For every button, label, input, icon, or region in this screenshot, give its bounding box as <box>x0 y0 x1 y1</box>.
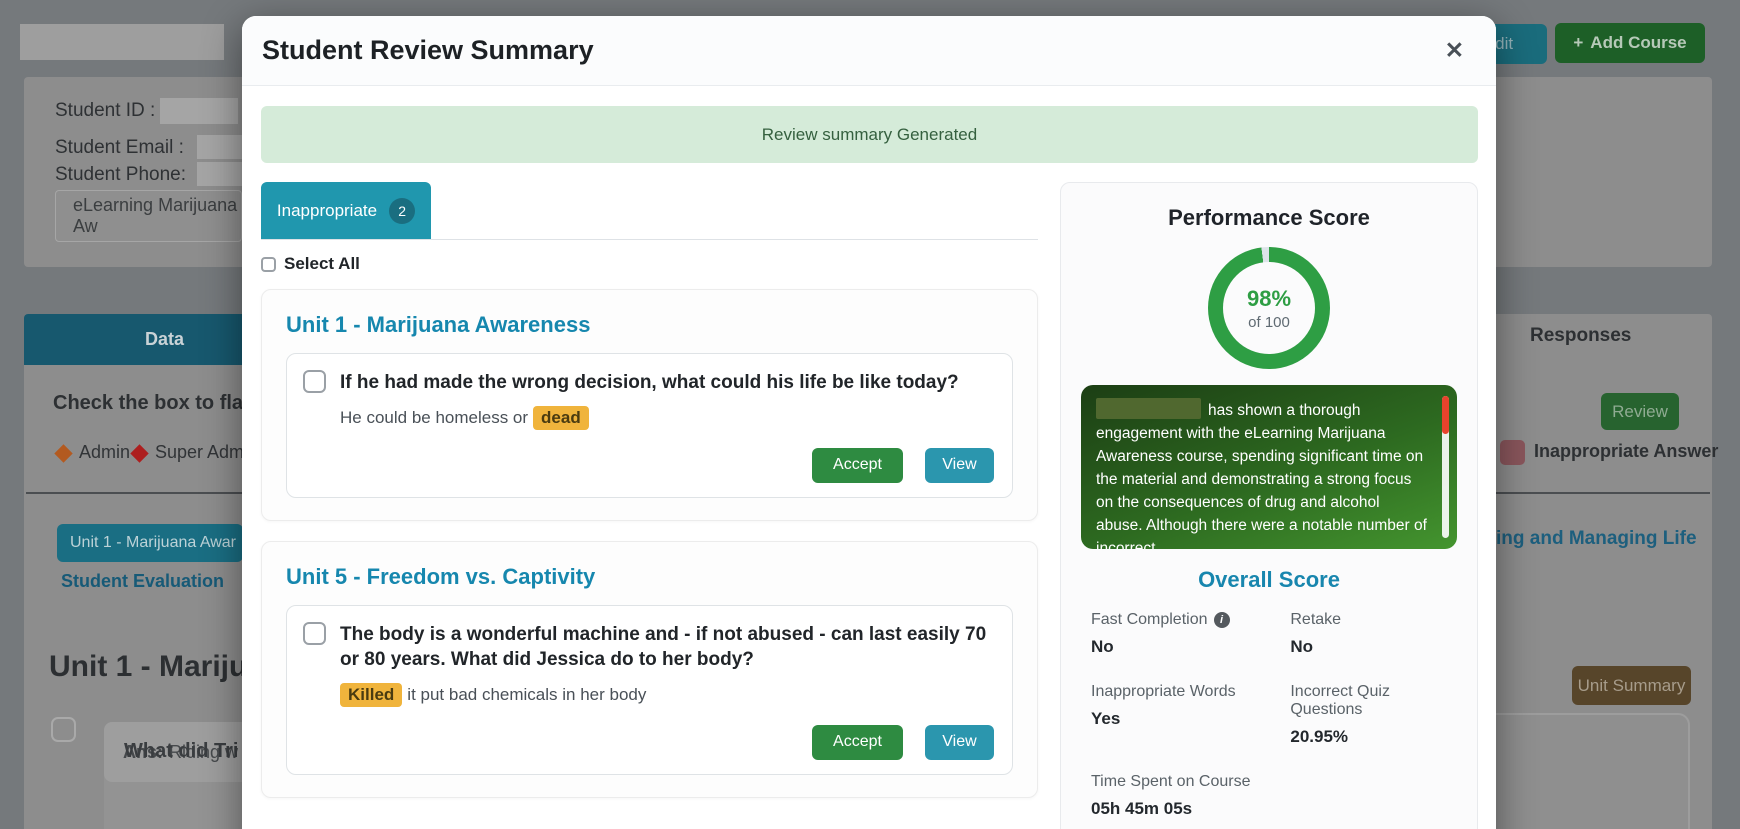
student-phone-label: Student Phone: <box>55 164 186 185</box>
responses-title: Responses <box>1530 325 1632 346</box>
modal-header: Student Review Summary ✕ <box>242 16 1496 86</box>
accept-button[interactable]: Accept <box>812 447 903 483</box>
question-checkbox-bg[interactable] <box>51 717 76 742</box>
success-banner: Review summary Generated <box>261 106 1478 163</box>
close-icon[interactable]: ✕ <box>1445 39 1464 62</box>
question-text: If he had made the wrong decision, what … <box>340 372 959 393</box>
tab-bar: Inappropriate 2 <box>261 182 1038 240</box>
score-of: of 100 <box>1248 313 1290 331</box>
review-button[interactable]: Review <box>1601 393 1679 430</box>
student-review-summary-modal: Student Review Summary ✕ Review summary … <box>242 16 1496 829</box>
select-all-row: Select All <box>261 254 1038 274</box>
retake-label: Retake <box>1290 611 1342 628</box>
unit-1-tab-button[interactable]: Unit 1 - Marijuana Awar <box>57 524 243 562</box>
flag-question-checkbox[interactable] <box>303 621 326 645</box>
flagged-word-chip: Killed <box>340 682 403 707</box>
question-text-bg: What did Tri <box>124 740 239 762</box>
view-button[interactable]: View <box>925 447 994 483</box>
answer-before: He could be homeless or <box>340 407 529 427</box>
select-all-checkbox[interactable] <box>261 256 276 272</box>
flagged-question-card: The body is a wonderful machine and - if… <box>286 604 1013 775</box>
incorrect-quiz-value: 20.95% <box>1290 727 1349 746</box>
performance-score-panel: Performance Score 98% of 100 has shown a… <box>1060 182 1478 829</box>
incorrect-quiz-label: Incorrect Quiz Questions <box>1290 683 1390 718</box>
performance-donut: 98% of 100 <box>1208 247 1330 369</box>
time-spent-label: Time Spent on Course <box>1091 773 1251 790</box>
time-spent-value: 05h 45m 05s <box>1091 799 1193 818</box>
fast-completion-label: Fast Completion <box>1091 611 1208 628</box>
flagged-answers-column: Inappropriate 2 Select All Unit 1 - Mari… <box>261 182 1038 798</box>
review-scrollbar-thumb[interactable] <box>1442 396 1449 434</box>
tab-count-badge: 2 <box>389 197 416 224</box>
inappropriate-words-value: Yes <box>1091 709 1121 728</box>
unit-card: Unit 5 - Freedom vs. Captivity The body … <box>261 540 1038 798</box>
ai-review-box: has shown a thorough engagement with the… <box>1081 385 1457 549</box>
student-name-redacted <box>1096 398 1201 419</box>
question-text: The body is a wonderful machine and - if… <box>340 623 987 671</box>
app-logo <box>20 24 224 60</box>
view-button[interactable]: View <box>925 724 994 760</box>
add-course-button[interactable]: + Add Course <box>1555 23 1705 63</box>
unit-summary-button[interactable]: Unit Summary <box>1572 666 1691 705</box>
inappropriate-words-label: Inappropriate Words <box>1091 683 1236 700</box>
stat-inappropriate-words: Inappropriate Words Yes <box>1091 683 1290 747</box>
stat-incorrect-quiz: Incorrect Quiz Questions 20.95% <box>1290 683 1447 747</box>
inappropriate-answer-label: Inappropriate Answer <box>1534 441 1719 461</box>
course-select[interactable]: eLearning Marijuana Aw <box>55 190 242 242</box>
add-course-label: Add Course <box>1590 33 1687 52</box>
score-percent: 98% <box>1246 285 1292 311</box>
tab-inappropriate[interactable]: Inappropriate 2 <box>261 182 431 239</box>
unit-title: Unit 1 - Marijuana Awareness <box>286 312 591 337</box>
donut-center: 98% of 100 <box>1223 262 1315 354</box>
student-id-redacted <box>160 98 238 124</box>
stat-time-spent: Time Spent on Course 05h 45m 05s <box>1091 773 1290 819</box>
flagged-word-chip: dead <box>533 405 589 430</box>
answer-line: He could be homeless or dead <box>340 405 994 430</box>
flag-instruction: Check the box to flag <box>53 392 256 414</box>
unit-heading: Unit 1 - Marijua <box>49 650 265 683</box>
legend-admin: Admin <box>79 442 131 462</box>
modal-body: Review summary Generated Inappropriate 2… <box>242 86 1496 829</box>
stat-retake: Retake No <box>1290 611 1447 657</box>
unit-card: Unit 1 - Marijuana Awareness If he had m… <box>261 289 1038 521</box>
student-evaluation-link: Student Evaluation <box>61 571 225 591</box>
plus-icon: + <box>1573 33 1584 52</box>
fast-completion-value: No <box>1091 637 1114 656</box>
answer-line: Killed it put bad chemicals in her body <box>340 682 994 707</box>
unit-8-link: ing and Managing Life <box>1496 528 1697 549</box>
overall-score-title: Overall Score <box>1198 567 1340 592</box>
flag-question-checkbox[interactable] <box>303 370 326 393</box>
review-scrollbar <box>1442 396 1449 538</box>
select-all-label: Select All <box>284 254 360 273</box>
performance-score-title: Performance Score <box>1168 205 1370 230</box>
summary-card-outline <box>1470 713 1690 829</box>
accept-button[interactable]: Accept <box>812 724 903 760</box>
score-stats-grid: Fast Completion i No Retake No Inappropr… <box>1081 611 1457 819</box>
tab-inappropriate-label: Inappropriate <box>276 200 378 220</box>
flagged-question-card: If he had made the wrong decision, what … <box>286 353 1013 498</box>
info-icon[interactable]: i <box>1213 612 1230 628</box>
modal-title: Student Review Summary <box>262 35 594 65</box>
student-email-label: Student Email : <box>55 137 184 158</box>
review-text: has shown a thorough engagement with the… <box>1096 402 1427 549</box>
answer-after: it put bad chemicals in her body <box>407 684 647 704</box>
retake-value: No <box>1290 637 1314 656</box>
unit-title: Unit 5 - Freedom vs. Captivity <box>286 563 596 589</box>
inappropriate-answer-swatch <box>1500 440 1525 465</box>
stat-fast-completion: Fast Completion i No <box>1091 611 1290 657</box>
student-id-label: Student ID : <box>55 100 156 121</box>
